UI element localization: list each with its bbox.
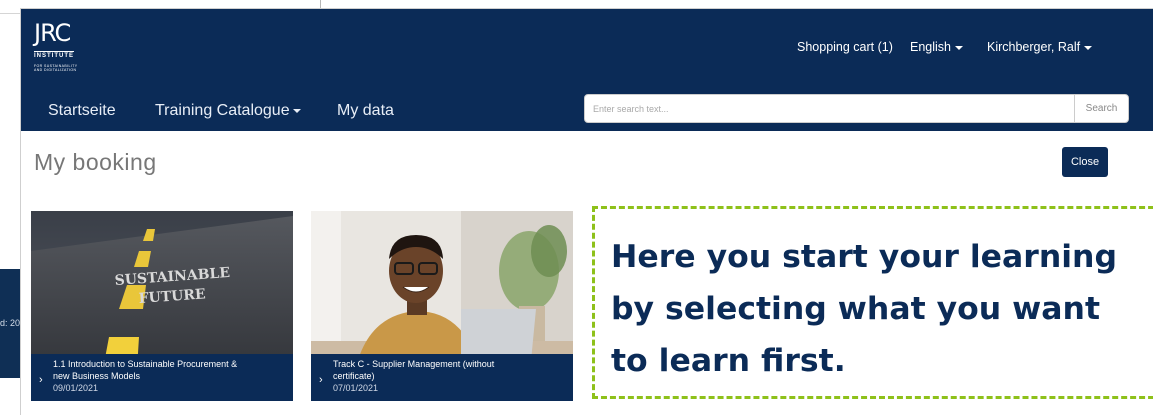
course-card[interactable]: › Track C - Supplier Management (without…	[311, 211, 573, 401]
nav-item-startseite[interactable]: Startseite	[48, 102, 116, 120]
logo-institute: INSTITUTE	[34, 51, 74, 59]
callout-line-1: Here you start your learning	[611, 239, 1118, 275]
chevron-right-icon: ›	[39, 374, 43, 386]
chevron-down-icon	[292, 108, 301, 113]
card-date: 09/01/2021	[53, 383, 99, 393]
search-button[interactable]: Search	[1074, 94, 1129, 123]
logo[interactable]: JRC INSTITUTE FOR SUSTAINABILITY AND DIG…	[34, 19, 114, 72]
card-title-line1: Track C - Supplier Management (without	[333, 359, 495, 369]
navbar: JRC INSTITUTE FOR SUSTAINABILITY AND DIG…	[21, 9, 1153, 131]
search-input[interactable]	[584, 94, 1075, 123]
background-divider	[0, 0, 20, 14]
logo-subtitle: FOR SUSTAINABILITY AND DIGITALIZATION	[34, 64, 78, 72]
card-title-line2: certificate)	[333, 371, 375, 381]
callout-text: Here you start your learning by selectin…	[611, 231, 1153, 387]
shopping-cart-link[interactable]: Shopping cart (1)	[797, 40, 893, 54]
chevron-down-icon	[1084, 45, 1093, 50]
chevron-down-icon	[955, 45, 963, 50]
card-date: 07/01/2021	[333, 383, 379, 393]
close-button[interactable]: Close	[1062, 147, 1108, 177]
card-caption: › 1.1 Introduction to Sustainable Procur…	[31, 354, 293, 401]
course-card[interactable]: SUSTAINABLE FUTURE › 1.1 Introduction to…	[31, 211, 293, 401]
page-title: My booking	[34, 149, 157, 175]
background-divider-line	[320, 0, 321, 8]
callout-line-3: to learn first.	[611, 343, 846, 379]
callout-line-2: by selecting what you want	[611, 291, 1101, 327]
chevron-right-icon: ›	[319, 374, 323, 386]
card-title-line1: 1.1 Introduction to Sustainable Procurem…	[53, 359, 238, 369]
card-title-line2: new Business Models	[53, 371, 141, 381]
background-panel-text: d: 20	[0, 318, 20, 328]
logo-wordmark: JRC	[34, 19, 71, 47]
tutorial-callout: Here you start your learning by selectin…	[592, 206, 1153, 399]
user-menu-dropdown[interactable]: Kirchberger, Ralf	[987, 40, 1093, 54]
card-caption: › Track C - Supplier Management (without…	[311, 354, 573, 401]
language-dropdown[interactable]: English	[910, 40, 963, 54]
nav-item-my-data[interactable]: My data	[337, 102, 394, 120]
nav-item-training-catalogue[interactable]: Training Catalogue	[155, 102, 301, 120]
